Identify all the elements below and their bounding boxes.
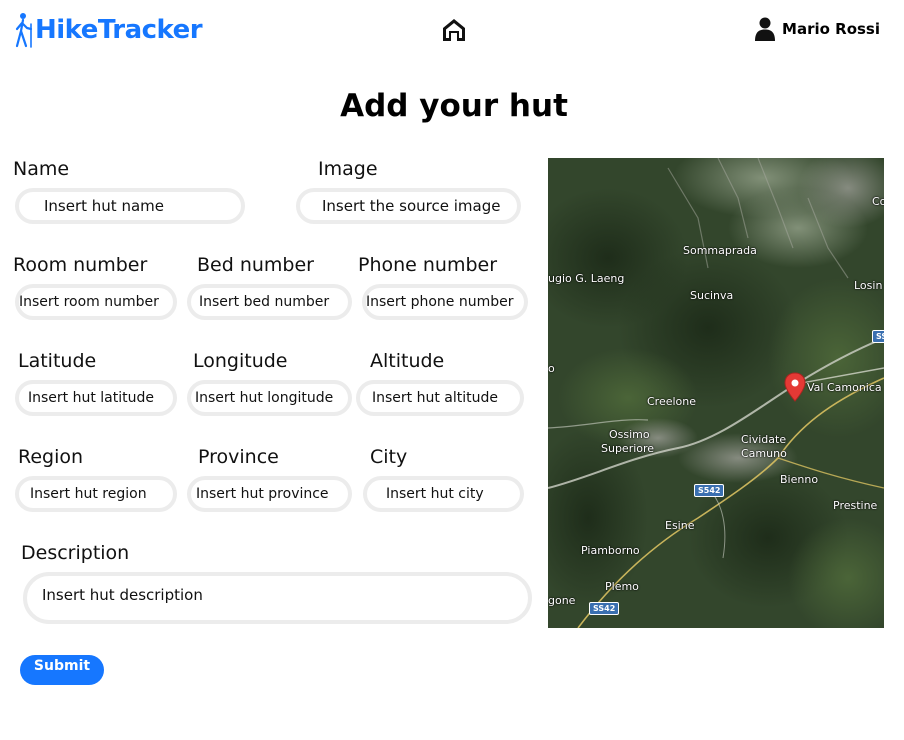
room-number-label: Room number xyxy=(13,254,148,276)
image-input[interactable] xyxy=(296,188,521,224)
brand-logo[interactable]: HikeTracker xyxy=(12,12,203,48)
map-label-piamborno: Piamborno xyxy=(581,544,640,557)
map-label-sucinva: Sucinva xyxy=(690,289,734,302)
page-title: Add your hut xyxy=(340,88,568,124)
map-label-bienno: Bienno xyxy=(780,473,819,486)
map-label-camuno: Camuno xyxy=(741,447,787,460)
altitude-label: Altitude xyxy=(370,350,445,372)
latitude-input[interactable] xyxy=(15,380,177,416)
name-label: Name xyxy=(13,158,70,180)
map-label-sommaprada: Sommaprada xyxy=(683,244,757,257)
map-label-esine: Esine xyxy=(665,519,695,532)
road-badge-s542: S542 xyxy=(694,484,725,497)
hiker-icon xyxy=(15,13,33,48)
map-label-prestine: Prestine xyxy=(833,499,878,512)
region-input[interactable] xyxy=(15,476,177,512)
map-marker-icon[interactable] xyxy=(783,372,807,402)
longitude-label: Longitude xyxy=(193,350,288,372)
name-input[interactable] xyxy=(15,188,245,224)
map-label-co: Co xyxy=(872,195,884,208)
room-number-input[interactable] xyxy=(15,284,177,320)
map-label-laeng: ugio G. Laeng xyxy=(548,272,625,285)
road-badge-ss: SS xyxy=(872,330,884,343)
region-label: Region xyxy=(18,446,84,468)
map-label-val-camonica: Val Camonica xyxy=(807,381,882,394)
province-label: Province xyxy=(198,446,279,468)
city-input[interactable] xyxy=(363,476,524,512)
road-badge-ss42: SS42 xyxy=(589,602,620,615)
brand-name: HikeTracker xyxy=(35,15,203,45)
home-icon[interactable] xyxy=(441,17,467,43)
user-menu[interactable]: Mario Rossi xyxy=(755,16,880,42)
phone-number-input[interactable] xyxy=(362,284,528,320)
map-label-losin: Losin xyxy=(854,279,883,292)
longitude-input[interactable] xyxy=(187,380,352,416)
map-label-superiore: Superiore xyxy=(601,442,655,455)
submit-button[interactable]: Submit xyxy=(20,655,104,685)
map-label-gone: gone xyxy=(548,594,576,607)
map-label-ossimo: Ossimo xyxy=(609,428,650,441)
altitude-input[interactable] xyxy=(356,380,524,416)
map-label-creelone: Creelone xyxy=(647,395,697,408)
province-input[interactable] xyxy=(187,476,352,512)
description-input[interactable] xyxy=(23,572,532,624)
map-label-o: o xyxy=(548,362,555,375)
bed-number-label: Bed number xyxy=(197,254,314,276)
map-label-cividate: Cividate xyxy=(741,433,787,446)
user-icon xyxy=(755,17,776,41)
image-label: Image xyxy=(318,158,378,180)
latitude-label: Latitude xyxy=(18,350,97,372)
city-label: City xyxy=(370,446,408,468)
map-view[interactable]: Sommaprada ugio G. Laeng Sucinva Losin V… xyxy=(548,158,884,628)
description-label: Description xyxy=(21,542,130,564)
bed-number-input[interactable] xyxy=(187,284,352,320)
map-label-plemo: Plemo xyxy=(605,580,639,593)
user-name: Mario Rossi xyxy=(782,20,880,38)
phone-number-label: Phone number xyxy=(358,254,498,276)
